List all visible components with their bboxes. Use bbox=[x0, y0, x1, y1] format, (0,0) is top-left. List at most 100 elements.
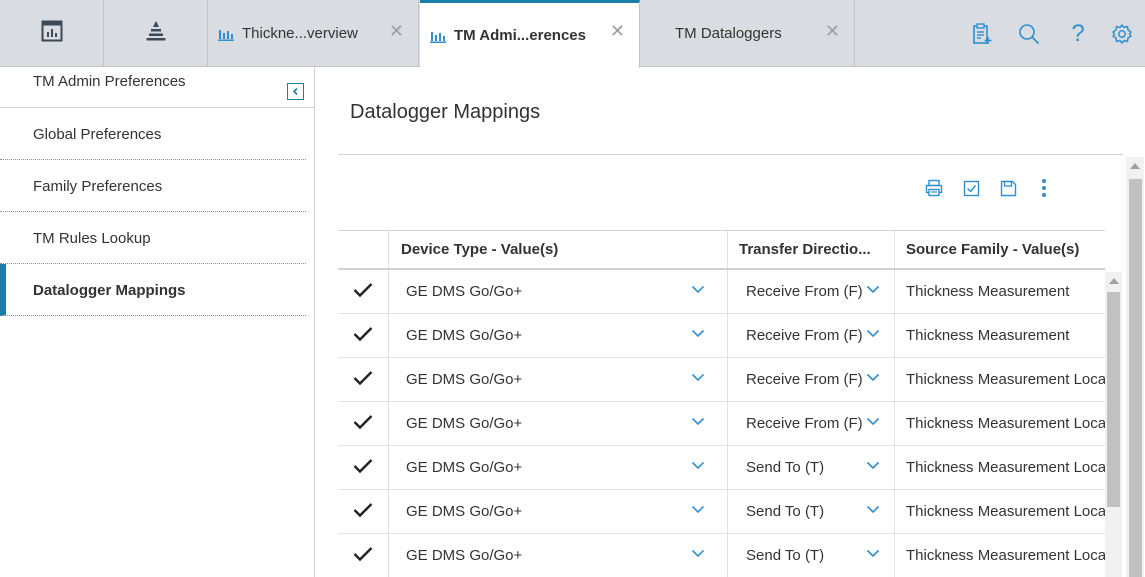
table-row[interactable]: GE DMS Go/Go+ Receive From (F) Thickness M… bbox=[338, 270, 1105, 314]
print-icon[interactable] bbox=[923, 177, 945, 199]
scrollbar-thumb[interactable] bbox=[1129, 179, 1142, 577]
transfer-direction-value: Send To (T) bbox=[746, 503, 825, 520]
row-select-cell[interactable] bbox=[338, 314, 388, 357]
row-select-cell[interactable] bbox=[338, 534, 388, 577]
tab-thickness-overview[interactable]: Thickne...verview ✕ bbox=[208, 0, 419, 67]
column-header-source-family[interactable]: Source Family - Value(s) bbox=[894, 231, 1105, 268]
source-family-value: Thickness Measurement bbox=[906, 283, 1070, 300]
chevron-down-icon[interactable] bbox=[866, 417, 880, 426]
chevron-down-icon[interactable] bbox=[691, 461, 705, 470]
dashboard-tab[interactable] bbox=[0, 0, 104, 67]
table-row[interactable]: GE DMS Go/Go+ Send To (T) Thickness Measur… bbox=[338, 490, 1105, 534]
device-type-dropdown[interactable]: GE DMS Go/Go+ bbox=[388, 358, 727, 401]
page-scrollbar[interactable] bbox=[1126, 157, 1144, 577]
row-select-cell[interactable] bbox=[338, 402, 388, 445]
grid-scrollbar[interactable] bbox=[1105, 272, 1122, 577]
sidebar-item-global-preferences[interactable]: Global Preferences bbox=[0, 108, 306, 160]
collapse-sidebar-button[interactable] bbox=[287, 83, 304, 100]
transfer-direction-dropdown[interactable]: Receive From (F) bbox=[727, 270, 894, 313]
source-family-cell[interactable]: Thickness Measurement Loca bbox=[894, 446, 1105, 489]
source-family-cell[interactable]: Thickness Measurement Loca bbox=[894, 358, 1105, 401]
device-type-value: GE DMS Go/Go+ bbox=[406, 371, 523, 388]
transfer-direction-dropdown[interactable]: Send To (T) bbox=[727, 534, 894, 577]
table-row[interactable]: GE DMS Go/Go+ Receive From (F) Thickness M… bbox=[338, 358, 1105, 402]
row-select-cell[interactable] bbox=[338, 270, 388, 313]
tab-label: TM Admi...erences bbox=[454, 27, 586, 44]
help-icon[interactable]: ? bbox=[1064, 20, 1092, 48]
source-family-value: Thickness Measurement Loca bbox=[906, 415, 1105, 432]
source-family-cell[interactable]: Thickness Measurement Loca bbox=[894, 534, 1105, 577]
table-row[interactable]: GE DMS Go/Go+ Receive From (F) Thickness M… bbox=[338, 402, 1105, 446]
clipboard-add-icon[interactable] bbox=[968, 20, 996, 48]
tab-tm-admin-preferences[interactable]: TM Admi...erences ✕ bbox=[420, 0, 640, 68]
checkmark-icon bbox=[353, 414, 373, 434]
device-type-dropdown[interactable]: GE DMS Go/Go+ bbox=[388, 534, 727, 577]
transfer-direction-value: Receive From (F) bbox=[746, 283, 863, 300]
chevron-down-icon[interactable] bbox=[866, 505, 880, 514]
row-select-cell[interactable] bbox=[338, 490, 388, 533]
source-family-cell[interactable]: Thickness Measurement bbox=[894, 314, 1105, 357]
chevron-down-icon[interactable] bbox=[691, 549, 705, 558]
device-type-dropdown[interactable]: GE DMS Go/Go+ bbox=[388, 446, 727, 489]
scrollbar-thumb[interactable] bbox=[1107, 292, 1120, 507]
transfer-direction-dropdown[interactable]: Receive From (F) bbox=[727, 358, 894, 401]
tab-bar: Thickne...verview ✕ TM Admi...erences ✕ … bbox=[0, 0, 1145, 68]
chevron-down-icon[interactable] bbox=[691, 417, 705, 426]
sidebar-item-label: TM Rules Lookup bbox=[33, 230, 151, 247]
chevron-down-icon[interactable] bbox=[866, 329, 880, 338]
checkbox-icon[interactable] bbox=[960, 177, 982, 199]
row-select-cell[interactable] bbox=[338, 446, 388, 489]
close-icon[interactable]: ✕ bbox=[825, 22, 840, 40]
source-family-value: Thickness Measurement Loca bbox=[906, 547, 1105, 564]
more-options-icon[interactable] bbox=[1033, 177, 1055, 199]
checkmark-icon bbox=[353, 502, 373, 522]
row-select-cell[interactable] bbox=[338, 358, 388, 401]
grid-body: GE DMS Go/Go+ Receive From (F) Thickness M… bbox=[338, 270, 1105, 577]
chevron-down-icon[interactable] bbox=[866, 373, 880, 382]
sidebar-item-family-preferences[interactable]: Family Preferences bbox=[0, 160, 306, 212]
transfer-direction-dropdown[interactable]: Send To (T) bbox=[727, 446, 894, 489]
tab-tm-dataloggers[interactable]: TM Dataloggers ✕ bbox=[640, 0, 855, 67]
chevron-down-icon[interactable] bbox=[691, 373, 705, 382]
device-type-value: GE DMS Go/Go+ bbox=[406, 327, 523, 344]
chevron-left-icon bbox=[292, 87, 298, 96]
transfer-direction-dropdown[interactable]: Send To (T) bbox=[727, 490, 894, 533]
scroll-up-arrow[interactable] bbox=[1109, 278, 1119, 284]
source-family-cell[interactable]: Thickness Measurement bbox=[894, 270, 1105, 313]
sidebar-item-tm-rules-lookup[interactable]: TM Rules Lookup bbox=[0, 212, 306, 264]
device-type-dropdown[interactable]: GE DMS Go/Go+ bbox=[388, 490, 727, 533]
sidebar-item-label: Datalogger Mappings bbox=[33, 282, 186, 299]
source-family-cell[interactable]: Thickness Measurement Loca bbox=[894, 402, 1105, 445]
chevron-down-icon[interactable] bbox=[691, 505, 705, 514]
table-row[interactable]: GE DMS Go/Go+ Send To (T) Thickness Measur… bbox=[338, 446, 1105, 490]
close-icon[interactable]: ✕ bbox=[389, 22, 404, 40]
column-header-device-type[interactable]: Device Type - Value(s) bbox=[388, 231, 727, 268]
chevron-down-icon[interactable] bbox=[866, 549, 880, 558]
device-type-dropdown[interactable]: GE DMS Go/Go+ bbox=[388, 270, 727, 313]
scroll-up-arrow[interactable] bbox=[1130, 163, 1140, 169]
chevron-down-icon[interactable] bbox=[866, 285, 880, 294]
strategy-tab[interactable] bbox=[104, 0, 208, 67]
chart-icon bbox=[430, 29, 446, 43]
device-type-dropdown[interactable]: GE DMS Go/Go+ bbox=[388, 314, 727, 357]
mappings-grid: Device Type - Value(s) Transfer Directio… bbox=[338, 230, 1105, 577]
sidebar-item-datalogger-mappings[interactable]: Datalogger Mappings bbox=[0, 264, 306, 316]
settings-icon[interactable] bbox=[1108, 20, 1136, 48]
table-row[interactable]: GE DMS Go/Go+ Receive From (F) Thickness M… bbox=[338, 314, 1105, 358]
sidebar-title: TM Admin Preferences bbox=[33, 73, 186, 90]
save-icon[interactable] bbox=[997, 177, 1019, 199]
transfer-direction-value: Receive From (F) bbox=[746, 327, 863, 344]
search-icon[interactable] bbox=[1015, 20, 1043, 48]
chevron-down-icon[interactable] bbox=[691, 285, 705, 294]
column-header-transfer-direction[interactable]: Transfer Directio... bbox=[727, 231, 894, 268]
source-family-cell[interactable]: Thickness Measurement Loca bbox=[894, 490, 1105, 533]
checkmark-icon bbox=[353, 282, 373, 302]
device-type-dropdown[interactable]: GE DMS Go/Go+ bbox=[388, 402, 727, 445]
chevron-down-icon[interactable] bbox=[866, 461, 880, 470]
column-header-select[interactable] bbox=[338, 231, 388, 268]
table-row[interactable]: GE DMS Go/Go+ Send To (T) Thickness Measur… bbox=[338, 534, 1105, 577]
close-icon[interactable]: ✕ bbox=[610, 22, 625, 40]
transfer-direction-dropdown[interactable]: Receive From (F) bbox=[727, 314, 894, 357]
chevron-down-icon[interactable] bbox=[691, 329, 705, 338]
transfer-direction-dropdown[interactable]: Receive From (F) bbox=[727, 402, 894, 445]
